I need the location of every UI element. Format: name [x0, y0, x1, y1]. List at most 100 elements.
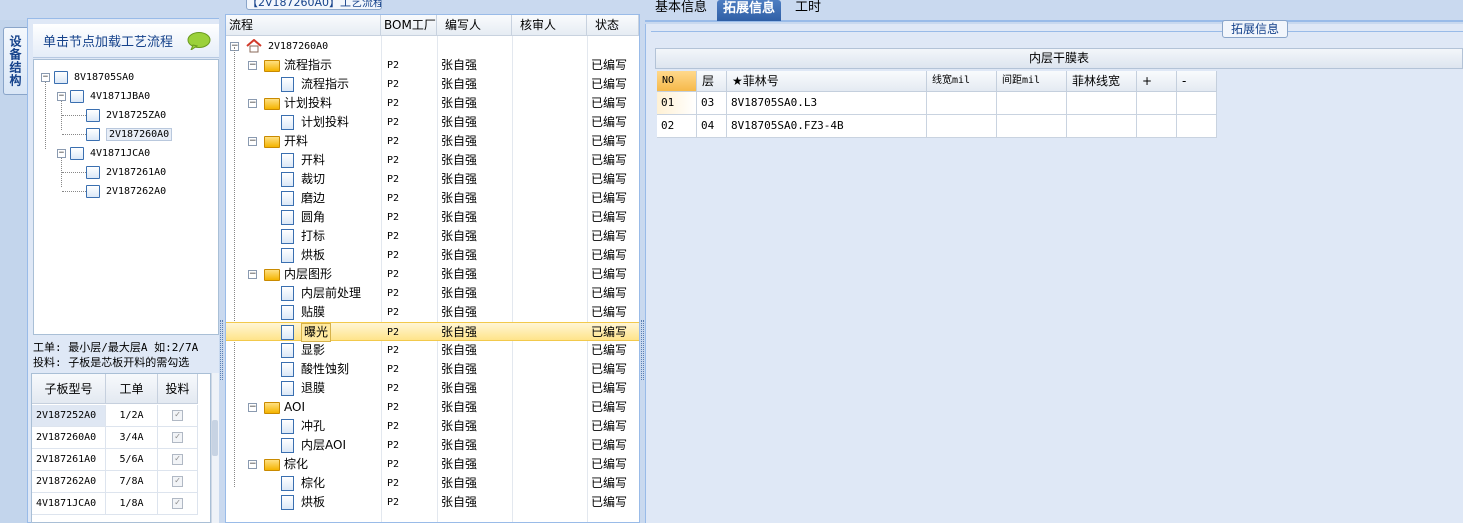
- process-row[interactable]: − AOI P2 张自强 已编写: [226, 398, 639, 417]
- feed-checkbox[interactable]: ✓: [172, 432, 183, 443]
- tab-work-hours[interactable]: 工时: [789, 0, 827, 21]
- collapse-toggle-icon[interactable]: −: [41, 72, 50, 82]
- tab-extended-info[interactable]: 拓展信息: [717, 0, 782, 21]
- col-header-film[interactable]: ★菲林号: [727, 71, 927, 92]
- sub-grid-cell-order[interactable]: 3/4A: [106, 427, 158, 449]
- process-row[interactable]: 磨边 P2 张自强 已编写: [226, 189, 639, 208]
- process-row[interactable]: 打标 P2 张自强 已编写: [226, 227, 639, 246]
- layer-cell-spacing[interactable]: [997, 92, 1067, 115]
- layer-cell-film-line-width[interactable]: [1067, 92, 1137, 115]
- col-header-spacing[interactable]: 间距mil: [997, 71, 1067, 92]
- process-row[interactable]: 酸性蚀刻 P2 张自强 已编写: [226, 360, 639, 379]
- sub-grid-cell-feed[interactable]: ✓: [158, 405, 198, 427]
- col-header-feed[interactable]: 投料: [158, 374, 198, 404]
- col-header-status[interactable]: 状态: [587, 15, 639, 36]
- layer-cell-film[interactable]: 8V18705SA0.L3: [727, 92, 927, 115]
- sub-grid-cell-order[interactable]: 5/6A: [106, 449, 158, 471]
- process-row[interactable]: − 开料 P2 张自强 已编写: [226, 132, 639, 151]
- layer-cell-no[interactable]: 02: [657, 115, 697, 138]
- col-header-film-line-width[interactable]: 菲林线宽: [1067, 71, 1137, 92]
- process-row[interactable]: 内层前处理 P2 张自强 已编写: [226, 284, 639, 303]
- sub-grid-cell-feed[interactable]: ✓: [158, 427, 198, 449]
- collapse-toggle-icon[interactable]: −: [248, 460, 257, 469]
- collapse-toggle-icon[interactable]: −: [248, 61, 257, 70]
- sub-grid-cell-feed[interactable]: ✓: [158, 471, 198, 493]
- collapse-toggle-icon[interactable]: −: [248, 403, 257, 412]
- tree-node[interactable]: − 4V1871JCA0: [57, 144, 150, 162]
- process-row[interactable]: − 棕化 P2 张自强 已编写: [226, 455, 639, 474]
- col-header-plus[interactable]: +: [1137, 71, 1177, 92]
- process-row[interactable]: 退膜 P2 张自强 已编写: [226, 379, 639, 398]
- process-row[interactable]: 内层AOI P2 张自强 已编写: [226, 436, 639, 455]
- layer-cell-no[interactable]: 01: [657, 92, 697, 115]
- collapse-toggle-icon[interactable]: −: [248, 99, 257, 108]
- sub-grid-cell-model[interactable]: 2V187262A0: [32, 471, 106, 493]
- layer-cell-minus[interactable]: [1177, 115, 1217, 138]
- layer-cell-layer[interactable]: 04: [697, 115, 727, 138]
- sub-grid-cell-model[interactable]: 2V187260A0: [32, 427, 106, 449]
- col-header-line-width[interactable]: 线宽mil: [927, 71, 997, 92]
- process-row[interactable]: 流程指示 P2 张自强 已编写: [226, 75, 639, 94]
- process-row[interactable]: 计划投料 P2 张自强 已编写: [226, 113, 639, 132]
- process-row[interactable]: 烘板 P2 张自强 已编写: [226, 493, 639, 512]
- sub-grid-cell-model[interactable]: 2V187252A0: [32, 405, 106, 427]
- col-header-process[interactable]: 流程: [226, 15, 381, 36]
- process-row[interactable]: 显影 P2 张自强 已编写: [226, 341, 639, 360]
- layer-cell-layer[interactable]: 03: [697, 92, 727, 115]
- col-header-layer[interactable]: 层: [697, 71, 727, 92]
- collapse-toggle-icon[interactable]: −: [57, 91, 66, 101]
- tree-node[interactable]: 2V18725ZA0: [73, 106, 166, 124]
- col-header-order[interactable]: 工单: [106, 374, 158, 404]
- tree-node[interactable]: 2V187261A0: [73, 163, 166, 181]
- col-header-reviewer[interactable]: 核审人: [512, 15, 587, 36]
- tree-node[interactable]: 2V187262A0: [73, 182, 166, 200]
- col-header-bom[interactable]: BOM工厂: [381, 15, 437, 36]
- sub-grid-scroll-thumb[interactable]: [212, 420, 218, 456]
- process-row[interactable]: − 计划投料 P2 张自强 已编写: [226, 94, 639, 113]
- tab-device-structure[interactable]: 设备结构: [3, 27, 27, 95]
- col-header-no[interactable]: NO: [657, 71, 697, 92]
- layer-cell-spacing[interactable]: [997, 115, 1067, 138]
- process-root-row[interactable]: − 2V187260A0: [226, 37, 639, 56]
- collapse-toggle-icon[interactable]: −: [57, 148, 66, 158]
- process-row[interactable]: 烘板 P2 张自强 已编写: [226, 246, 639, 265]
- layer-cell-film-line-width[interactable]: [1067, 115, 1137, 138]
- process-row[interactable]: 贴膜 P2 张自强 已编写: [226, 303, 639, 322]
- layer-cell-plus[interactable]: [1137, 115, 1177, 138]
- sub-grid-cell-order[interactable]: 7/8A: [106, 471, 158, 493]
- process-row[interactable]: 开料 P2 张自强 已编写: [226, 151, 639, 170]
- layer-cell-plus[interactable]: [1137, 92, 1177, 115]
- tree-node[interactable]: − 4V1871JBA0: [57, 87, 150, 105]
- layer-cell-line-width[interactable]: [927, 115, 997, 138]
- col-header-author[interactable]: 编写人: [437, 15, 512, 36]
- sub-grid-cell-feed[interactable]: ✓: [158, 449, 198, 471]
- col-header-minus[interactable]: -: [1177, 71, 1217, 92]
- feed-checkbox[interactable]: ✓: [172, 410, 183, 421]
- collapse-toggle-icon[interactable]: −: [248, 270, 257, 279]
- feed-checkbox[interactable]: ✓: [172, 476, 183, 487]
- process-row[interactable]: 曝光 P2 张自强 已编写: [226, 322, 639, 342]
- tab-basic-info[interactable]: 基本信息: [649, 0, 713, 21]
- collapse-toggle-icon[interactable]: −: [248, 137, 257, 146]
- process-row[interactable]: − 流程指示 P2 张自强 已编写: [226, 56, 639, 75]
- load-process-button[interactable]: 单击节点加载工艺流程: [33, 24, 219, 58]
- sub-grid-cell-model[interactable]: 4V1871JCA0: [32, 493, 106, 515]
- process-row[interactable]: 冲孔 P2 张自强 已编写: [226, 417, 639, 436]
- feed-checkbox[interactable]: ✓: [172, 498, 183, 509]
- tree-node[interactable]: 2V187260A0: [73, 125, 173, 143]
- layer-cell-film[interactable]: 8V18705SA0.FZ3-4B: [727, 115, 927, 138]
- process-row[interactable]: 裁切 P2 张自强 已编写: [226, 170, 639, 189]
- splitter-right-grip[interactable]: [641, 320, 644, 380]
- col-header-model[interactable]: 子板型号: [32, 374, 106, 404]
- layer-cell-minus[interactable]: [1177, 92, 1217, 115]
- layer-cell-line-width[interactable]: [927, 92, 997, 115]
- process-row[interactable]: − 内层图形 P2 张自强 已编写: [226, 265, 639, 284]
- process-row[interactable]: 圆角 P2 张自强 已编写: [226, 208, 639, 227]
- process-row[interactable]: 棕化 P2 张自强 已编写: [226, 474, 639, 493]
- feed-checkbox[interactable]: ✓: [172, 454, 183, 465]
- sub-grid-cell-feed[interactable]: ✓: [158, 493, 198, 515]
- sub-grid-cell-order[interactable]: 1/8A: [106, 493, 158, 515]
- tree-node[interactable]: − 8V18705SA0: [41, 68, 134, 86]
- splitter-left-grip[interactable]: [220, 320, 223, 380]
- sub-grid-cell-order[interactable]: 1/2A: [106, 405, 158, 427]
